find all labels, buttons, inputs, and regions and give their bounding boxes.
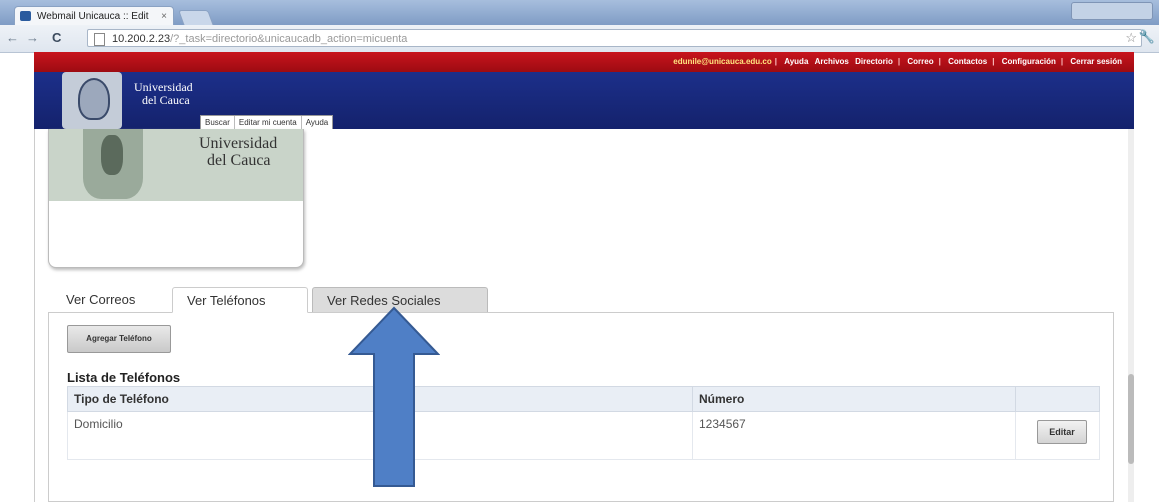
menu-help[interactable]: Ayuda <box>302 116 333 130</box>
top-account-bar: edunile@unicauca.edu.co | Ayuda Archivos … <box>34 52 1134 72</box>
url-path: /?_task=directorio&unicaucadb_action=mic… <box>170 33 408 45</box>
browser-toolbar: ← → C 10.200.2.23/?_task=directorio&unic… <box>0 25 1159 53</box>
column-header-actions <box>1015 386 1100 412</box>
help-link[interactable]: Ayuda <box>784 57 808 66</box>
webmail-app: edunile@unicauca.edu.co | Ayuda Archivos … <box>34 52 1134 502</box>
url-host: 10.200.2.23 <box>112 33 171 45</box>
annotation-arrow-up-icon <box>348 306 440 487</box>
column-header-number: Número <box>692 386 1016 412</box>
page-scrollbar[interactable] <box>1128 129 1134 502</box>
back-arrow-icon[interactable]: ← <box>6 30 19 45</box>
university-crest-logo <box>62 72 122 129</box>
files-link[interactable]: Archivos <box>815 57 849 66</box>
forward-arrow-icon[interactable]: → <box>26 30 39 45</box>
browser-tab-strip: Webmail Unicauca :: Edit × <box>0 0 1159 26</box>
mail-favicon-icon <box>20 11 31 21</box>
header-banner: Universidad del Cauca Buscar Editar mi c… <box>34 72 1134 131</box>
page-icon <box>94 33 105 46</box>
tab-title: Webmail Unicauca :: Edit <box>37 11 149 22</box>
phones-table: Tipo de Teléfono Número Domicilio 123456… <box>67 386 1100 460</box>
table-row: Domicilio 1234567 Editar <box>67 411 1100 460</box>
university-name-line2: del Cauca <box>142 93 190 107</box>
address-bar[interactable]: 10.200.2.23/?_task=directorio&unicaucadb… <box>87 29 1142 47</box>
university-name: Universidad del Cauca <box>134 81 193 107</box>
browser-tab[interactable]: Webmail Unicauca :: Edit × <box>14 6 174 25</box>
user-email: edunile@unicauca.edu.co <box>673 57 772 66</box>
main-content: Universidad del Cauca Ver Correos Ver Te… <box>34 129 1129 502</box>
new-tab-button[interactable] <box>178 10 214 26</box>
menu-edit-account[interactable]: Editar mi cuenta <box>235 116 302 130</box>
logo-text-line2: del Cauca <box>207 152 271 169</box>
table-header-row: Tipo de Teléfono Número <box>67 386 1100 412</box>
settings-link[interactable]: Configuración <box>1002 57 1056 66</box>
window-controls[interactable] <box>1071 2 1153 20</box>
arrow-shape <box>348 306 440 487</box>
logo-text-line1: Universidad <box>199 135 278 152</box>
contacts-link[interactable]: Contactos <box>948 57 987 66</box>
phones-panel: Agregar Teléfono Lista de Teléfonos Tipo… <box>48 312 1114 502</box>
logo-text: Universidad del Cauca <box>199 135 277 169</box>
profile-card: Universidad del Cauca <box>48 129 304 268</box>
tab-close-icon[interactable]: × <box>161 7 167 25</box>
logout-link[interactable]: Cerrar sesión <box>1070 57 1122 66</box>
wrench-menu-icon[interactable]: 🔧 <box>1139 29 1155 45</box>
edit-phone-button[interactable]: Editar <box>1037 420 1087 444</box>
tab-ver-correos[interactable]: Ver Correos <box>52 287 149 313</box>
mail-link[interactable]: Correo <box>907 57 933 66</box>
directory-link[interactable]: Directorio <box>855 57 893 66</box>
bookmark-star-icon[interactable]: ☆ <box>1125 30 1137 46</box>
add-phone-button[interactable]: Agregar Teléfono <box>67 325 171 353</box>
reload-icon[interactable]: C <box>52 30 61 45</box>
tab-bar: Ver Correos Ver Teléfonos Ver Redes Soci… <box>48 283 1112 313</box>
menu-search[interactable]: Buscar <box>201 116 235 130</box>
scrollbar-thumb[interactable] <box>1128 374 1134 464</box>
tab-ver-telefonos[interactable]: Ver Teléfonos <box>172 287 308 313</box>
phones-list-title: Lista de Teléfonos <box>67 370 181 385</box>
cell-phone-number: 1234567 <box>692 411 1016 460</box>
crest-image <box>83 129 143 199</box>
university-logo-large: Universidad del Cauca <box>49 129 303 201</box>
